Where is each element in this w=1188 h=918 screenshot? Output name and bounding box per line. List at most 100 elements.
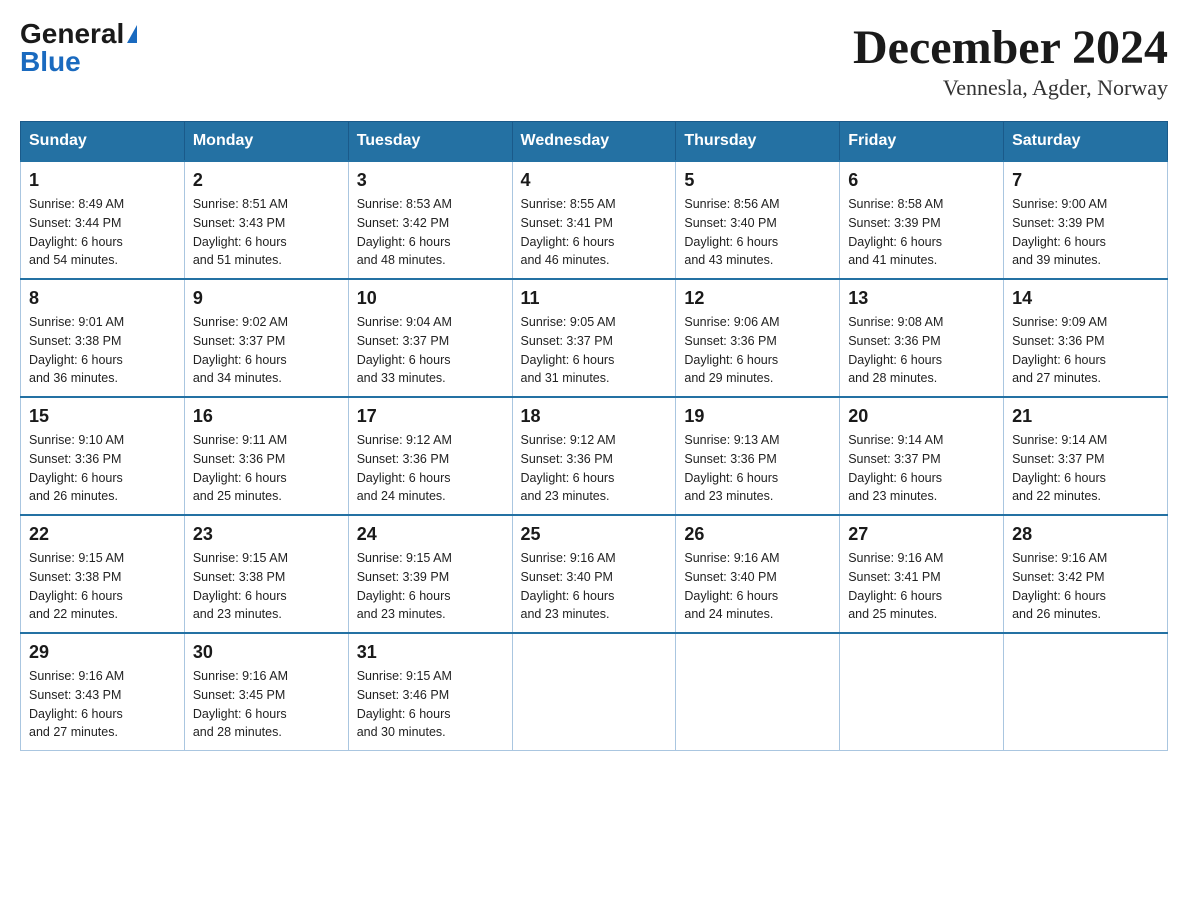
table-row: 4 Sunrise: 8:55 AM Sunset: 3:41 PM Dayli…	[512, 161, 676, 279]
day-info: Sunrise: 8:49 AM Sunset: 3:44 PM Dayligh…	[29, 195, 176, 270]
day-number: 27	[848, 524, 995, 545]
day-info: Sunrise: 9:16 AM Sunset: 3:43 PM Dayligh…	[29, 667, 176, 742]
day-info: Sunrise: 9:16 AM Sunset: 3:42 PM Dayligh…	[1012, 549, 1159, 624]
day-number: 14	[1012, 288, 1159, 309]
day-info: Sunrise: 9:10 AM Sunset: 3:36 PM Dayligh…	[29, 431, 176, 506]
day-number: 31	[357, 642, 504, 663]
calendar-table: Sunday Monday Tuesday Wednesday Thursday…	[20, 121, 1168, 751]
table-row: 6 Sunrise: 8:58 AM Sunset: 3:39 PM Dayli…	[840, 161, 1004, 279]
header-monday: Monday	[184, 122, 348, 162]
day-number: 25	[521, 524, 668, 545]
calendar-subtitle: Vennesla, Agder, Norway	[853, 75, 1168, 101]
day-info: Sunrise: 9:12 AM Sunset: 3:36 PM Dayligh…	[521, 431, 668, 506]
day-info: Sunrise: 9:11 AM Sunset: 3:36 PM Dayligh…	[193, 431, 340, 506]
day-info: Sunrise: 9:06 AM Sunset: 3:36 PM Dayligh…	[684, 313, 831, 388]
table-row: 29 Sunrise: 9:16 AM Sunset: 3:43 PM Dayl…	[21, 633, 185, 751]
day-info: Sunrise: 9:01 AM Sunset: 3:38 PM Dayligh…	[29, 313, 176, 388]
table-row: 26 Sunrise: 9:16 AM Sunset: 3:40 PM Dayl…	[676, 515, 840, 633]
header-thursday: Thursday	[676, 122, 840, 162]
table-row	[512, 633, 676, 751]
table-row: 10 Sunrise: 9:04 AM Sunset: 3:37 PM Dayl…	[348, 279, 512, 397]
table-row: 25 Sunrise: 9:16 AM Sunset: 3:40 PM Dayl…	[512, 515, 676, 633]
table-row: 27 Sunrise: 9:16 AM Sunset: 3:41 PM Dayl…	[840, 515, 1004, 633]
table-row: 30 Sunrise: 9:16 AM Sunset: 3:45 PM Dayl…	[184, 633, 348, 751]
table-row: 15 Sunrise: 9:10 AM Sunset: 3:36 PM Dayl…	[21, 397, 185, 515]
day-number: 12	[684, 288, 831, 309]
calendar-week-row: 22 Sunrise: 9:15 AM Sunset: 3:38 PM Dayl…	[21, 515, 1168, 633]
calendar-week-row: 15 Sunrise: 9:10 AM Sunset: 3:36 PM Dayl…	[21, 397, 1168, 515]
table-row: 23 Sunrise: 9:15 AM Sunset: 3:38 PM Dayl…	[184, 515, 348, 633]
table-row	[1004, 633, 1168, 751]
day-info: Sunrise: 8:58 AM Sunset: 3:39 PM Dayligh…	[848, 195, 995, 270]
table-row: 22 Sunrise: 9:15 AM Sunset: 3:38 PM Dayl…	[21, 515, 185, 633]
calendar-header-row: Sunday Monday Tuesday Wednesday Thursday…	[21, 122, 1168, 162]
day-number: 21	[1012, 406, 1159, 427]
day-info: Sunrise: 9:15 AM Sunset: 3:38 PM Dayligh…	[193, 549, 340, 624]
day-info: Sunrise: 8:56 AM Sunset: 3:40 PM Dayligh…	[684, 195, 831, 270]
day-number: 1	[29, 170, 176, 191]
day-info: Sunrise: 9:16 AM Sunset: 3:45 PM Dayligh…	[193, 667, 340, 742]
logo-general: General	[20, 20, 124, 48]
day-number: 22	[29, 524, 176, 545]
day-number: 24	[357, 524, 504, 545]
day-number: 26	[684, 524, 831, 545]
table-row: 1 Sunrise: 8:49 AM Sunset: 3:44 PM Dayli…	[21, 161, 185, 279]
table-row	[676, 633, 840, 751]
header-wednesday: Wednesday	[512, 122, 676, 162]
table-row: 24 Sunrise: 9:15 AM Sunset: 3:39 PM Dayl…	[348, 515, 512, 633]
day-number: 20	[848, 406, 995, 427]
day-info: Sunrise: 9:02 AM Sunset: 3:37 PM Dayligh…	[193, 313, 340, 388]
logo-blue: Blue	[20, 48, 81, 76]
day-info: Sunrise: 9:14 AM Sunset: 3:37 PM Dayligh…	[848, 431, 995, 506]
header-tuesday: Tuesday	[348, 122, 512, 162]
table-row: 2 Sunrise: 8:51 AM Sunset: 3:43 PM Dayli…	[184, 161, 348, 279]
table-row	[840, 633, 1004, 751]
day-number: 23	[193, 524, 340, 545]
day-number: 2	[193, 170, 340, 191]
day-info: Sunrise: 9:16 AM Sunset: 3:41 PM Dayligh…	[848, 549, 995, 624]
table-row: 14 Sunrise: 9:09 AM Sunset: 3:36 PM Dayl…	[1004, 279, 1168, 397]
day-info: Sunrise: 8:51 AM Sunset: 3:43 PM Dayligh…	[193, 195, 340, 270]
table-row: 21 Sunrise: 9:14 AM Sunset: 3:37 PM Dayl…	[1004, 397, 1168, 515]
day-info: Sunrise: 9:15 AM Sunset: 3:46 PM Dayligh…	[357, 667, 504, 742]
day-info: Sunrise: 8:53 AM Sunset: 3:42 PM Dayligh…	[357, 195, 504, 270]
calendar-week-row: 8 Sunrise: 9:01 AM Sunset: 3:38 PM Dayli…	[21, 279, 1168, 397]
calendar-week-row: 1 Sunrise: 8:49 AM Sunset: 3:44 PM Dayli…	[21, 161, 1168, 279]
table-row: 7 Sunrise: 9:00 AM Sunset: 3:39 PM Dayli…	[1004, 161, 1168, 279]
day-number: 15	[29, 406, 176, 427]
table-row: 18 Sunrise: 9:12 AM Sunset: 3:36 PM Dayl…	[512, 397, 676, 515]
logo-triangle-icon	[127, 25, 137, 43]
day-info: Sunrise: 9:12 AM Sunset: 3:36 PM Dayligh…	[357, 431, 504, 506]
table-row: 31 Sunrise: 9:15 AM Sunset: 3:46 PM Dayl…	[348, 633, 512, 751]
header-saturday: Saturday	[1004, 122, 1168, 162]
table-row: 19 Sunrise: 9:13 AM Sunset: 3:36 PM Dayl…	[676, 397, 840, 515]
day-info: Sunrise: 9:05 AM Sunset: 3:37 PM Dayligh…	[521, 313, 668, 388]
table-row: 17 Sunrise: 9:12 AM Sunset: 3:36 PM Dayl…	[348, 397, 512, 515]
day-info: Sunrise: 8:55 AM Sunset: 3:41 PM Dayligh…	[521, 195, 668, 270]
day-info: Sunrise: 9:09 AM Sunset: 3:36 PM Dayligh…	[1012, 313, 1159, 388]
table-row: 8 Sunrise: 9:01 AM Sunset: 3:38 PM Dayli…	[21, 279, 185, 397]
day-info: Sunrise: 9:00 AM Sunset: 3:39 PM Dayligh…	[1012, 195, 1159, 270]
table-row: 20 Sunrise: 9:14 AM Sunset: 3:37 PM Dayl…	[840, 397, 1004, 515]
logo: General Blue	[20, 20, 137, 76]
day-info: Sunrise: 9:16 AM Sunset: 3:40 PM Dayligh…	[684, 549, 831, 624]
table-row: 13 Sunrise: 9:08 AM Sunset: 3:36 PM Dayl…	[840, 279, 1004, 397]
day-number: 5	[684, 170, 831, 191]
day-number: 10	[357, 288, 504, 309]
day-info: Sunrise: 9:13 AM Sunset: 3:36 PM Dayligh…	[684, 431, 831, 506]
day-number: 17	[357, 406, 504, 427]
day-number: 3	[357, 170, 504, 191]
table-row: 5 Sunrise: 8:56 AM Sunset: 3:40 PM Dayli…	[676, 161, 840, 279]
table-row: 11 Sunrise: 9:05 AM Sunset: 3:37 PM Dayl…	[512, 279, 676, 397]
table-row: 28 Sunrise: 9:16 AM Sunset: 3:42 PM Dayl…	[1004, 515, 1168, 633]
day-number: 9	[193, 288, 340, 309]
calendar-week-row: 29 Sunrise: 9:16 AM Sunset: 3:43 PM Dayl…	[21, 633, 1168, 751]
header-sunday: Sunday	[21, 122, 185, 162]
day-number: 13	[848, 288, 995, 309]
day-info: Sunrise: 9:16 AM Sunset: 3:40 PM Dayligh…	[521, 549, 668, 624]
day-info: Sunrise: 9:15 AM Sunset: 3:38 PM Dayligh…	[29, 549, 176, 624]
table-row: 3 Sunrise: 8:53 AM Sunset: 3:42 PM Dayli…	[348, 161, 512, 279]
header-friday: Friday	[840, 122, 1004, 162]
day-info: Sunrise: 9:15 AM Sunset: 3:39 PM Dayligh…	[357, 549, 504, 624]
day-number: 30	[193, 642, 340, 663]
